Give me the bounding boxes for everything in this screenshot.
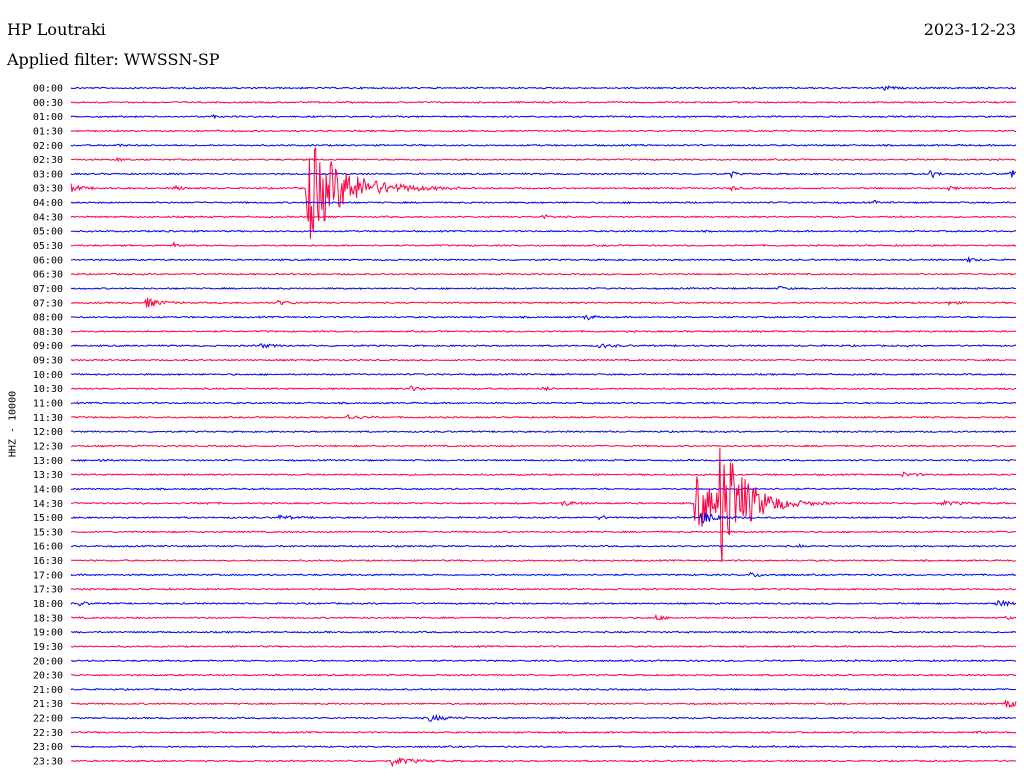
trace-line xyxy=(70,214,1017,220)
time-label: 13:30 xyxy=(33,470,63,481)
time-label: 22:00 xyxy=(33,714,63,725)
trace-line xyxy=(70,358,1017,362)
trace-line xyxy=(70,530,1017,534)
time-label: 13:00 xyxy=(33,456,63,467)
time-label: 05:00 xyxy=(33,227,63,238)
trace-line xyxy=(70,156,1017,163)
trace-line xyxy=(70,543,1017,548)
trace-line xyxy=(70,285,1017,291)
trace-line xyxy=(70,659,1017,663)
trace-line xyxy=(70,730,1017,735)
trace-line xyxy=(70,613,1017,621)
trace-line xyxy=(70,687,1017,692)
trace-line xyxy=(70,129,1017,133)
trace-line xyxy=(70,512,1017,524)
time-label: 19:30 xyxy=(33,642,63,653)
time-label: 03:30 xyxy=(33,184,63,195)
time-label: 16:00 xyxy=(33,542,63,553)
time-label: 11:00 xyxy=(33,399,63,410)
time-label: 00:00 xyxy=(33,84,63,95)
trace-line xyxy=(71,342,1017,350)
trace-line xyxy=(70,699,1017,708)
trace-line xyxy=(70,314,1017,321)
trace-line xyxy=(70,372,1016,377)
trace-line xyxy=(70,229,1017,233)
trace-line xyxy=(70,429,1017,434)
time-label: 21:30 xyxy=(33,699,63,710)
time-label: 00:30 xyxy=(33,98,63,109)
time-label: 14:30 xyxy=(33,499,63,510)
trace-line xyxy=(70,85,1017,92)
time-label: 16:30 xyxy=(33,556,63,567)
time-label: 09:30 xyxy=(33,356,63,367)
trace-line xyxy=(70,599,1017,607)
trace-line xyxy=(70,414,1017,420)
time-label: 15:30 xyxy=(33,527,63,538)
trace-line xyxy=(70,673,1017,677)
trace-line xyxy=(70,744,1016,749)
time-label: 18:30 xyxy=(33,613,63,624)
trace-line xyxy=(70,113,1017,120)
time-label: 02:00 xyxy=(33,141,63,152)
time-label: 05:30 xyxy=(33,241,63,252)
trace-line xyxy=(70,401,1017,405)
time-label: 22:30 xyxy=(33,728,63,739)
time-label: 08:00 xyxy=(33,313,63,324)
time-label: 18:00 xyxy=(33,599,63,610)
helicorder-plot: 00:00 00:30 01:00 01:30 02:00 02:30 03:00 03:30… xyxy=(33,84,1017,768)
trace-line xyxy=(70,255,1017,264)
time-label: 06:00 xyxy=(33,255,63,266)
time-label: 02:30 xyxy=(33,155,63,166)
time-label: 09:00 xyxy=(33,341,63,352)
trace-line xyxy=(70,170,1017,180)
trace-line xyxy=(70,100,1017,104)
time-label: 11:30 xyxy=(33,413,63,424)
time-label: 15:00 xyxy=(33,513,63,524)
trace-line xyxy=(70,630,1017,634)
trace-line xyxy=(70,329,1017,333)
trace-line xyxy=(70,146,1017,239)
trace-line xyxy=(70,385,1017,392)
time-label: 17:30 xyxy=(33,585,63,596)
trace-line xyxy=(70,199,1017,205)
trace-line xyxy=(70,644,1017,649)
trace-line xyxy=(70,757,1017,768)
time-label: 10:00 xyxy=(33,370,63,381)
time-label: 08:30 xyxy=(33,327,63,338)
time-label: 12:30 xyxy=(33,441,63,452)
trace-line xyxy=(70,713,1017,722)
time-label: 07:00 xyxy=(33,284,63,295)
trace-line xyxy=(70,571,1017,578)
time-label: 23:00 xyxy=(33,742,63,753)
time-label: 04:30 xyxy=(33,212,63,223)
time-label: 07:30 xyxy=(33,298,63,309)
trace-line xyxy=(70,487,1017,491)
time-label: 01:30 xyxy=(33,126,63,137)
time-label: 17:00 xyxy=(33,570,63,581)
time-label: 01:00 xyxy=(33,112,63,123)
time-label: 23:30 xyxy=(33,757,63,768)
trace-line xyxy=(70,558,1017,563)
trace-line xyxy=(70,297,1017,308)
trace-line xyxy=(70,447,1017,562)
time-label: 14:00 xyxy=(33,484,63,495)
time-label: 20:00 xyxy=(33,656,63,667)
time-label: 20:30 xyxy=(33,671,63,682)
trace-line xyxy=(70,241,1017,248)
trace-line xyxy=(70,143,1017,148)
time-label: 06:30 xyxy=(33,270,63,281)
time-label: 19:00 xyxy=(33,628,63,639)
trace-line xyxy=(70,444,1017,448)
trace-line xyxy=(70,272,1017,276)
trace-line xyxy=(70,587,1016,591)
time-label: 04:00 xyxy=(33,198,63,209)
trace-line xyxy=(70,471,1017,478)
time-label: 12:00 xyxy=(33,427,63,438)
time-label: 21:00 xyxy=(33,685,63,696)
time-label: 10:30 xyxy=(33,384,63,395)
trace-line xyxy=(70,458,1017,462)
time-label: 03:00 xyxy=(33,169,63,180)
